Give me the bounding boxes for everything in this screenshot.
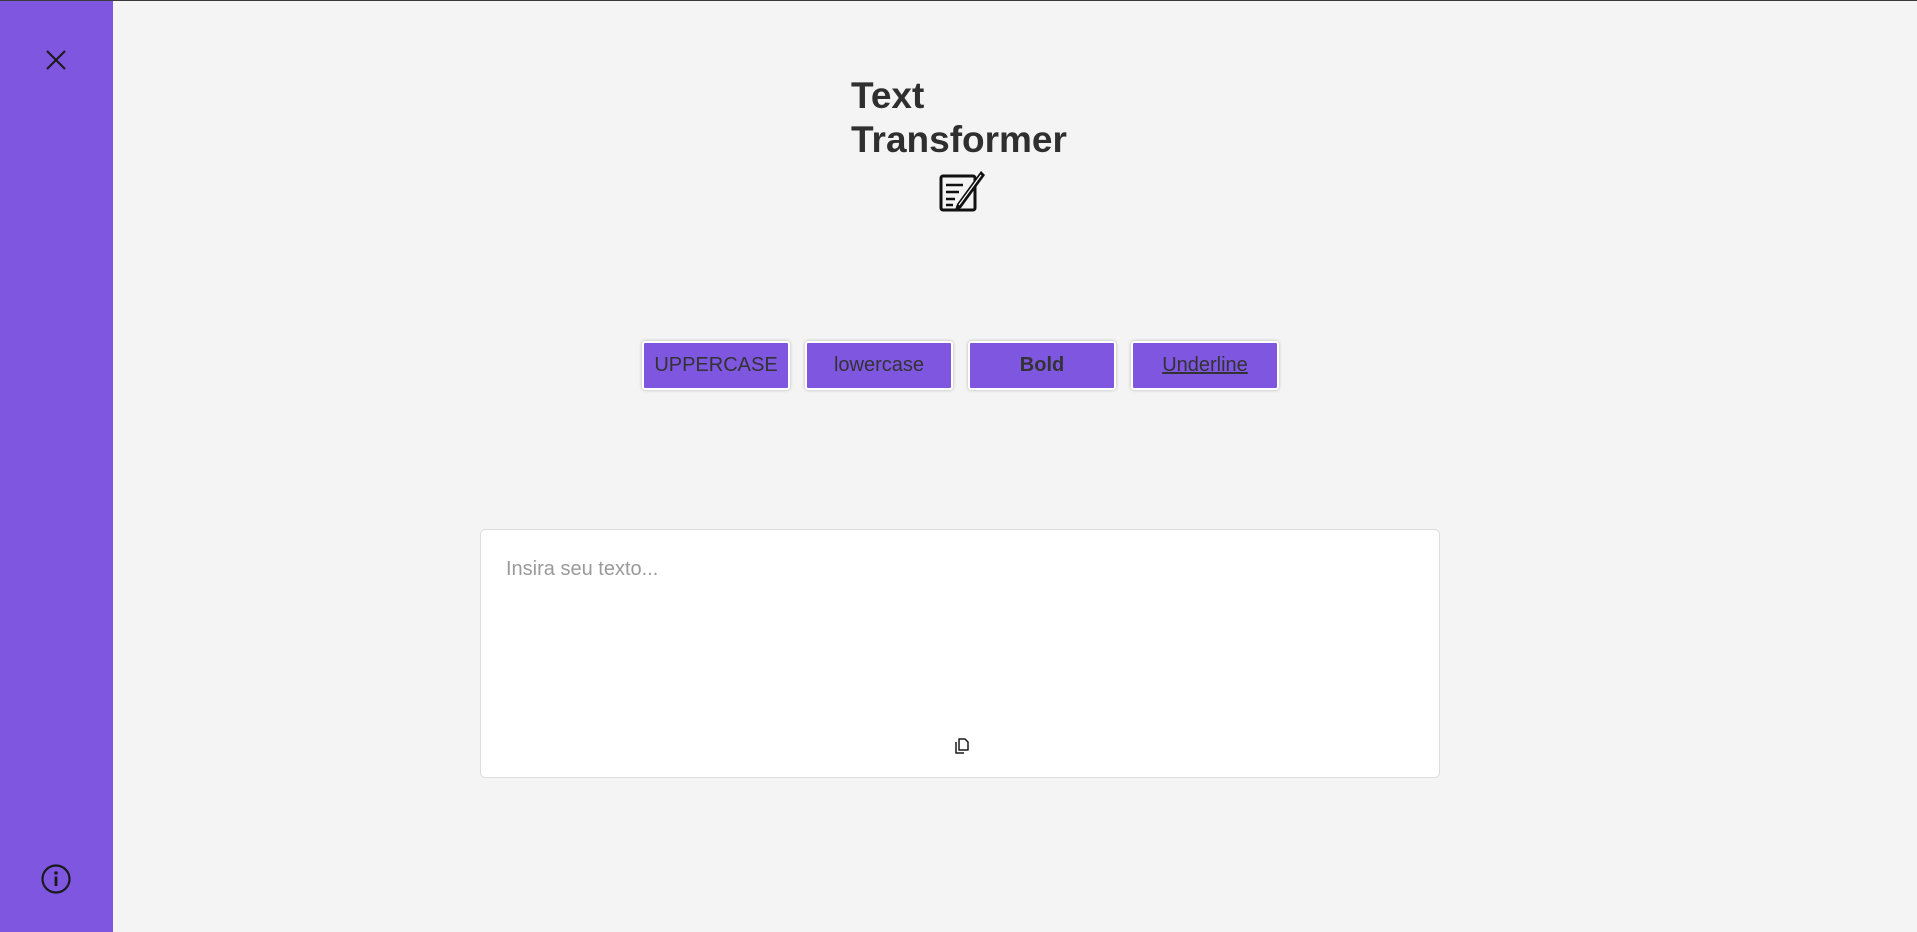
uppercase-button[interactable]: UPPERCASE <box>642 341 790 390</box>
text-editor <box>480 529 1440 778</box>
underline-button[interactable]: Underline <box>1131 341 1279 390</box>
top-border <box>0 0 1917 1</box>
header: Text Transformer <box>851 74 1091 212</box>
sidebar <box>0 1 113 932</box>
copy-icon <box>955 738 969 754</box>
page-title: Text Transformer <box>851 75 1067 160</box>
copy-button[interactable] <box>951 735 973 757</box>
transform-toolbar: UPPERCASE lowercase Bold Underline <box>642 341 1279 390</box>
lowercase-button[interactable]: lowercase <box>805 341 953 390</box>
info-icon <box>41 864 71 894</box>
edit-document-icon <box>939 171 985 212</box>
close-icon <box>46 50 66 70</box>
info-button[interactable] <box>38 861 74 897</box>
text-input[interactable] <box>481 530 1439 720</box>
bold-button[interactable]: Bold <box>968 341 1116 390</box>
close-button[interactable] <box>40 44 72 76</box>
